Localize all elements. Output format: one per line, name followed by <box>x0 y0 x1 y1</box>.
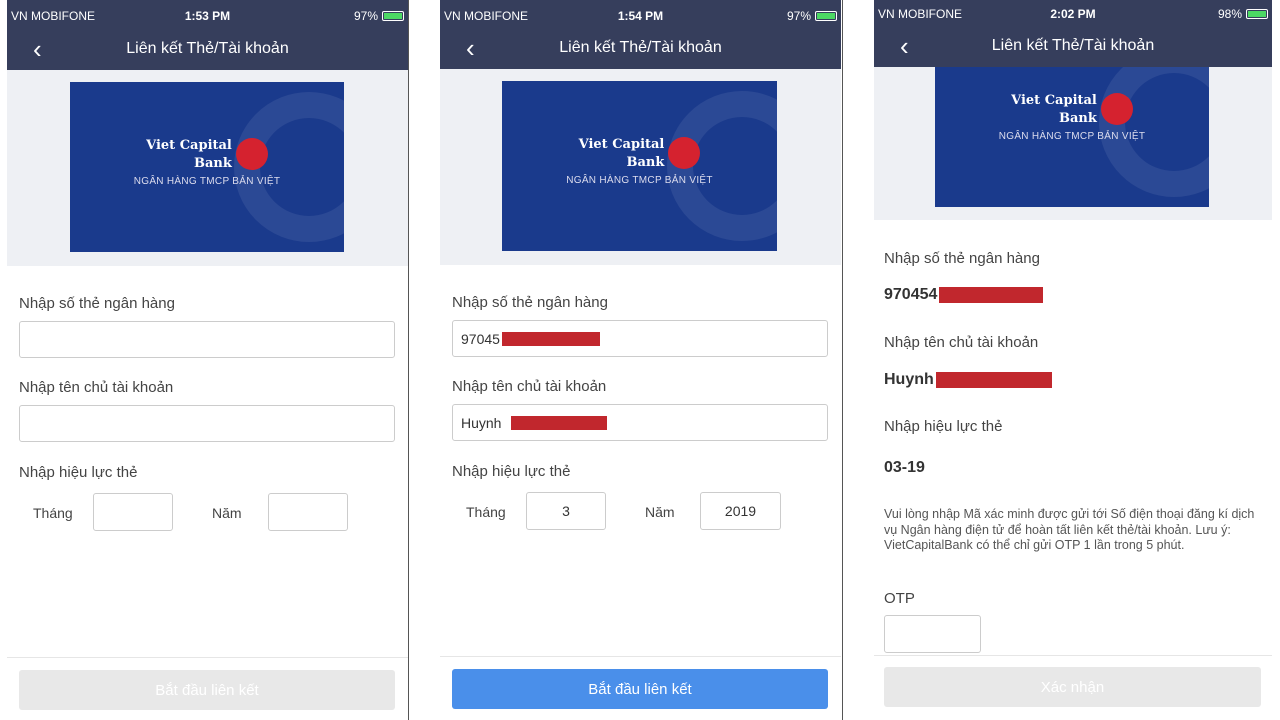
bank-logo-icon <box>668 137 701 169</box>
card-number-label: Nhập số thẻ ngân hàng <box>19 295 175 312</box>
battery-percent: 98% <box>1217 7 1242 21</box>
separator <box>408 0 409 720</box>
bank-name: Viet Capital <box>1011 93 1097 108</box>
card-number-value: 97045 <box>461 330 500 347</box>
nav-bar: VN MOBIFONE 1:54 PM 97% ‹ Liên kết Thẻ/T… <box>440 0 841 69</box>
holder-label: Nhập tên chủ tài khoản <box>452 378 607 395</box>
holder-value: Huynh <box>884 371 1052 389</box>
month-label: Tháng <box>33 505 73 521</box>
validity-label: Nhập hiệu lực thẻ <box>452 463 571 480</box>
bank-name: Viet Capital <box>578 137 665 152</box>
validity-label: Nhập hiệu lực thẻ <box>884 418 1003 435</box>
year-input[interactable] <box>268 493 348 531</box>
bank-logo-card: Viet Capital Bank NGÂN HÀNG TMCP BẢN VIỆT <box>502 81 777 251</box>
otp-input[interactable] <box>884 615 981 653</box>
card-number-text: 970454 <box>884 286 938 303</box>
redaction <box>935 372 1052 388</box>
page-title: Liên kết Thẻ/Tài khoản <box>559 39 722 56</box>
bank-name-2: Bank <box>194 156 232 171</box>
bank-name-2: Bank <box>1059 111 1097 126</box>
otp-label: OTP <box>884 590 915 607</box>
battery-percent: 97% <box>353 9 378 23</box>
separator <box>842 0 843 720</box>
card-number-input[interactable] <box>19 321 395 358</box>
holder-input[interactable] <box>19 405 395 442</box>
validity-label: Nhập hiệu lực thẻ <box>19 464 138 481</box>
status-bar: VN MOBIFONE 1:53 PM 97% <box>11 9 404 25</box>
bank-logo-card: Viet Capital Bank NGÂN HÀNG TMCP BẢN VIỆT <box>70 82 344 252</box>
status-bar: VN MOBIFONE 2:02 PM 98% <box>878 7 1268 23</box>
holder-input[interactable]: Huynh <box>452 404 828 441</box>
carrier: VN MOBIFONE <box>11 9 96 23</box>
divider <box>440 656 841 657</box>
start-link-button[interactable]: Bắt đầu liên kết <box>19 670 395 710</box>
year-label: Năm <box>645 504 675 520</box>
battery-icon <box>382 11 404 21</box>
nav-bar: VN MOBIFONE 2:02 PM 98% ‹ Liên kết Thẻ/T… <box>874 0 1272 67</box>
battery-icon <box>815 11 837 21</box>
year-input[interactable]: 2019 <box>700 492 781 530</box>
carrier: VN MOBIFONE <box>444 9 529 23</box>
bank-logo-icon <box>235 138 268 170</box>
month-input[interactable] <box>93 493 173 531</box>
card-number-label: Nhập số thẻ ngân hàng <box>884 250 1040 267</box>
bank-logo-card: Viet Capital Bank NGÂN HÀNG TMCP BẢN VIỆT <box>935 67 1209 207</box>
month-label: Tháng <box>466 504 506 520</box>
year-label: Năm <box>212 505 242 521</box>
divider <box>7 657 408 658</box>
redaction <box>939 287 1044 303</box>
bank-subtitle: NGÂN HÀNG TMCP BẢN VIỆT <box>998 131 1146 142</box>
screen-empty-form: VN MOBIFONE 1:53 PM 97% ‹ Liên kết Thẻ/T… <box>7 0 408 720</box>
screen-filled-form: VN MOBIFONE 1:54 PM 97% ‹ Liên kết Thẻ/T… <box>440 0 841 720</box>
bank-name: Viet Capital <box>146 138 232 153</box>
bank-name-2: Bank <box>626 155 665 170</box>
confirm-button[interactable]: Xác nhận <box>884 667 1261 707</box>
bank-banner: Viet Capital Bank NGÂN HÀNG TMCP BẢN VIỆT <box>874 67 1272 220</box>
page-title: Liên kết Thẻ/Tài khoản <box>991 37 1155 54</box>
clock: 1:54 PM <box>617 9 664 23</box>
holder-label: Nhập tên chủ tài khoản <box>884 334 1039 351</box>
bank-subtitle: NGÂN HÀNG TMCP BẢN VIỆT <box>133 176 281 187</box>
redaction <box>501 331 600 346</box>
validity-value: 03-19 <box>884 459 925 476</box>
battery-icon <box>1246 9 1268 19</box>
carrier: VN MOBIFONE <box>878 7 963 21</box>
redaction <box>511 415 608 430</box>
start-link-button[interactable]: Bắt đầu liên kết <box>452 669 828 709</box>
card-number-input[interactable]: 97045 <box>452 320 828 357</box>
holder-text: Huynh <box>884 371 934 388</box>
battery-percent: 97% <box>786 9 811 23</box>
status-bar: VN MOBIFONE 1:54 PM 97% <box>444 9 837 25</box>
bank-subtitle: NGÂN HÀNG TMCP BẢN VIỆT <box>566 175 713 186</box>
holder-label: Nhập tên chủ tài khoản <box>19 379 174 396</box>
clock: 2:02 PM <box>1050 7 1096 21</box>
card-number-value: 970454 <box>884 286 1044 304</box>
clock: 1:53 PM <box>184 9 231 23</box>
screen-otp: VN MOBIFONE 2:02 PM 98% ‹ Liên kết Thẻ/T… <box>874 0 1272 720</box>
month-input[interactable]: 3 <box>526 492 606 530</box>
holder-value: Huynh <box>461 414 502 431</box>
bank-banner: Viet Capital Bank NGÂN HÀNG TMCP BẢN VIỆT <box>7 70 408 266</box>
bank-logo-icon <box>1100 93 1133 125</box>
page-title: Liên kết Thẻ/Tài khoản <box>126 40 289 57</box>
card-number-label: Nhập số thẻ ngân hàng <box>452 294 608 311</box>
otp-instructions: Vui lòng nhập Mã xác minh được gửi tới S… <box>884 507 1255 552</box>
bank-banner: Viet Capital Bank NGÂN HÀNG TMCP BẢN VIỆT <box>440 69 841 265</box>
divider <box>874 655 1272 656</box>
nav-bar: VN MOBIFONE 1:53 PM 97% ‹ Liên kết Thẻ/T… <box>7 0 408 70</box>
